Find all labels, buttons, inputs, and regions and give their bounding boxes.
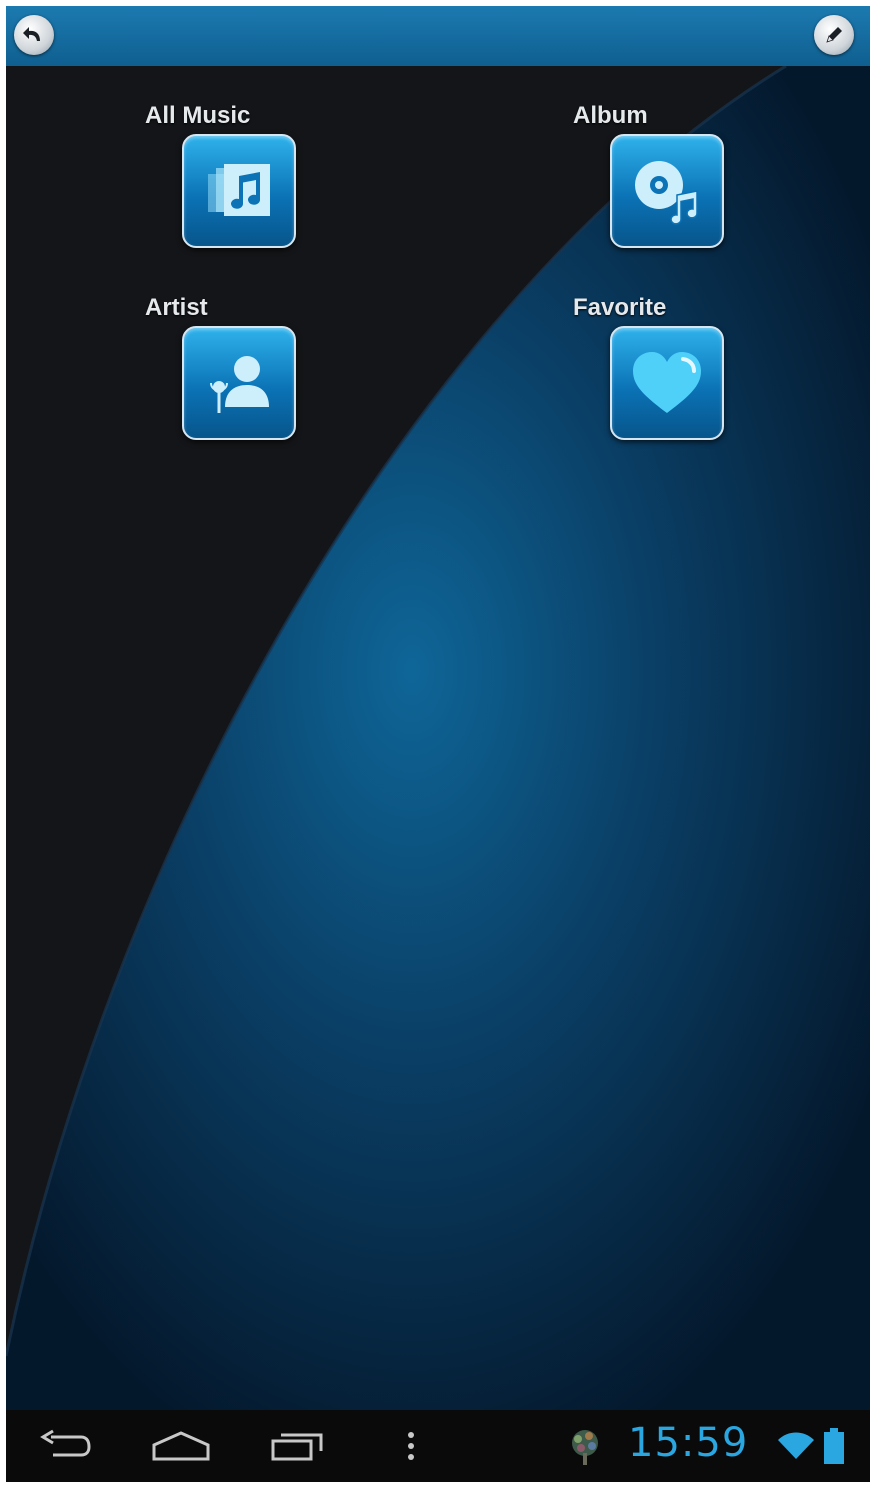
status-clock: 15:59 <box>628 1420 749 1466</box>
album-label: Album <box>573 102 648 129</box>
wifi-icon <box>778 1432 814 1459</box>
overflow-menu-icon <box>408 1432 414 1460</box>
all-music-label: All Music <box>145 102 251 129</box>
back-arrow-icon <box>23 27 40 41</box>
all-music-button[interactable] <box>182 134 296 248</box>
nav-recents-icon <box>271 1433 323 1461</box>
nav-back-button[interactable] <box>36 1424 96 1468</box>
favorite-label: Favorite <box>573 294 667 321</box>
album-disc-icon <box>635 161 698 225</box>
nav-recents-button[interactable] <box>262 1424 332 1468</box>
battery-status <box>822 1424 846 1468</box>
system-navigation-bar: 15:59 <box>6 1410 870 1482</box>
overflow-menu-button[interactable] <box>396 1424 426 1468</box>
music-menu: All Music Album Artist Favorite <box>6 66 870 1410</box>
app-notification[interactable] <box>562 1424 608 1468</box>
artist-button[interactable] <box>182 326 296 440</box>
nav-back-icon <box>40 1429 91 1457</box>
album-button[interactable] <box>610 134 724 248</box>
favorite-button[interactable] <box>610 326 724 440</box>
battery-icon <box>824 1428 844 1464</box>
action-bar <box>6 6 870 66</box>
device-screen: All Music Album Artist Favorite 15:59 <box>6 6 870 1482</box>
heart-icon <box>633 352 701 413</box>
app-notification-icon <box>572 1430 598 1465</box>
pencil-icon <box>826 27 842 43</box>
artist-label: Artist <box>145 294 208 321</box>
nav-home-icon <box>152 1431 210 1461</box>
music-library-icon <box>208 164 270 216</box>
back-button[interactable] <box>14 15 54 55</box>
background-arc <box>6 66 870 1410</box>
edit-button[interactable] <box>814 15 854 55</box>
nav-home-button[interactable] <box>146 1424 216 1468</box>
wifi-status <box>776 1424 816 1468</box>
artist-microphone-icon <box>210 356 269 413</box>
